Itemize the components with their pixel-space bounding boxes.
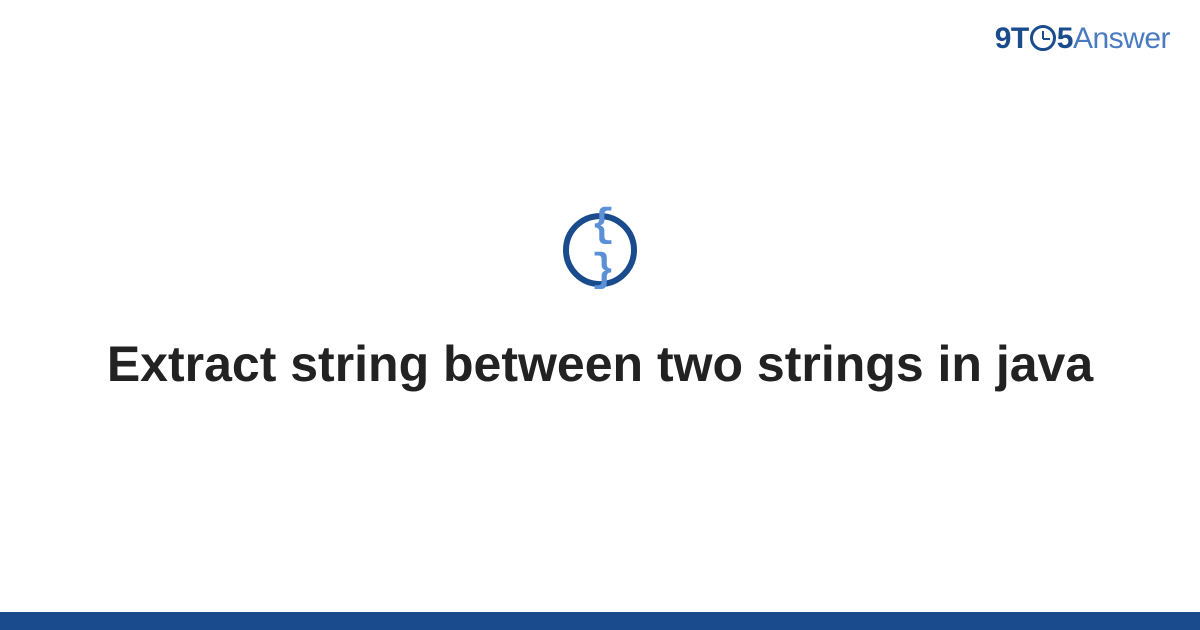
clock-icon <box>1030 25 1056 51</box>
braces-glyph: { } <box>585 203 616 293</box>
site-logo: 9T 5Answer <box>995 22 1170 56</box>
code-braces-icon: { } <box>563 213 637 287</box>
logo-text-answer: Answer <box>1073 22 1170 55</box>
logo-text-5: 5 <box>1057 22 1073 55</box>
page-title: Extract string between two strings in ja… <box>0 334 1200 395</box>
main-content: { } Extract string between two strings i… <box>0 213 1200 395</box>
logo-text-9t: 9T <box>995 22 1029 55</box>
footer-accent-bar <box>0 612 1200 630</box>
